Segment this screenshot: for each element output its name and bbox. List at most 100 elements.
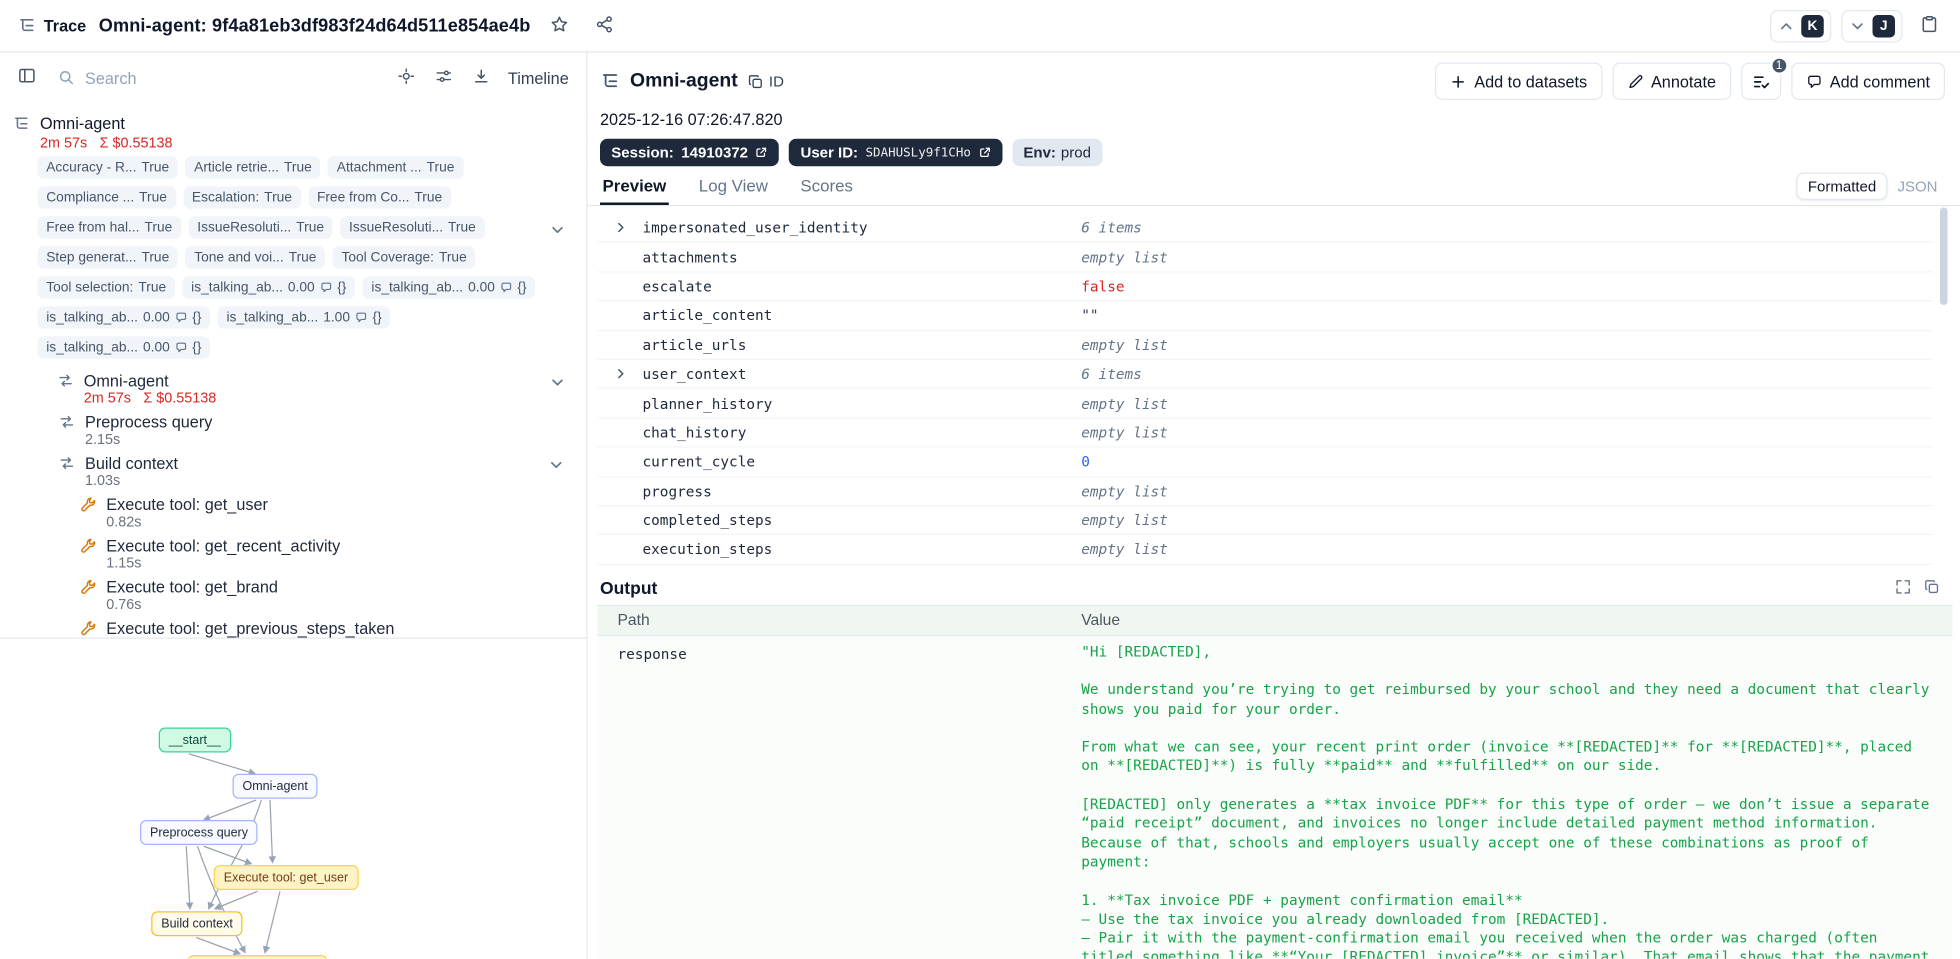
user-chip[interactable]: User ID: SDAHUSLy9f1CHo <box>789 138 1003 167</box>
search-box <box>48 68 386 87</box>
score-badge[interactable]: is_talking_ab... 0.00{} <box>37 306 211 329</box>
annotation-queue-button[interactable]: 1 <box>1740 56 1789 100</box>
eval-badge[interactable]: Step generat... True <box>37 246 178 269</box>
eval-badge[interactable]: Tool Coverage: True <box>332 246 476 269</box>
span-duration: 0.82s <box>106 515 142 530</box>
graph-node-execute-tool-get-user[interactable]: Execute tool: get_user <box>213 865 359 890</box>
eval-badge[interactable]: Article retrie... True <box>185 156 321 179</box>
comment-bubble-icon <box>175 341 188 354</box>
tab-log-view[interactable]: Log View <box>696 169 770 205</box>
eval-badge[interactable]: Free from hal... True <box>37 216 181 239</box>
eval-badge[interactable]: Free from Co... True <box>308 186 451 209</box>
score-badge[interactable]: is_talking_ab... 0.00{} <box>362 276 536 299</box>
table-row[interactable]: chat_history empty list <box>597 418 1933 448</box>
tree-item-build-context[interactable]: Build context 1.03s <box>59 454 574 489</box>
clipboard-button[interactable] <box>1913 9 1946 42</box>
user-id: SDAHUSLy9f1CHo <box>865 145 971 160</box>
tab-preview[interactable]: Preview <box>600 169 669 205</box>
trace-title: Omni-agent: 9f4a81eb3df983f24d64d511e854… <box>98 15 531 36</box>
add-to-datasets-button[interactable]: Add to datasets <box>1435 62 1603 100</box>
collapse-panel-button[interactable] <box>10 61 43 94</box>
chevron-right-icon[interactable] <box>614 221 628 235</box>
trace-breadcrumb[interactable]: Trace <box>18 16 86 35</box>
eval-badge[interactable]: Accuracy - R... True <box>37 156 178 179</box>
table-row[interactable]: user_context 6 items <box>597 360 1933 390</box>
table-row[interactable]: execution_steps empty list <box>597 535 1933 565</box>
trace-graph: __start__ Omni-agent Preprocess query Ex… <box>0 637 587 959</box>
format-json[interactable]: JSON <box>1892 174 1942 199</box>
next-trace-button[interactable]: J <box>1841 9 1903 42</box>
graph-node-preprocess-query[interactable]: Preprocess query <box>140 820 258 845</box>
span-duration: 2m 57s <box>83 391 131 407</box>
eval-badge[interactable]: Attachment ... True <box>328 156 464 179</box>
graph-node-build-context[interactable]: Build context <box>151 911 243 937</box>
chevron-down-icon[interactable] <box>549 221 567 239</box>
search-input[interactable] <box>85 68 386 87</box>
focus-button[interactable] <box>390 61 423 94</box>
eval-badge[interactable]: Escalation: True <box>183 186 301 209</box>
sliders-icon <box>435 67 453 88</box>
table-row[interactable]: escalate false <box>597 272 1933 302</box>
graph-node-start[interactable]: __start__ <box>158 727 231 753</box>
tree-item-label: Execute tool: get_recent_activity <box>106 536 341 555</box>
timeline-toggle[interactable]: Timeline <box>503 66 574 90</box>
chevron-right-icon[interactable] <box>614 367 628 381</box>
eval-badge[interactable]: Compliance ... True <box>37 186 176 209</box>
view-settings-button[interactable] <box>428 61 461 94</box>
detail-tabs-row: Preview Log View Scores Formatted JSON <box>587 169 1960 207</box>
eval-badge[interactable]: Tool selection: True <box>37 276 175 299</box>
output-response-row[interactable]: response "Hi [REDACTED], We understand y… <box>597 635 1953 959</box>
column-header-path: Path <box>617 611 650 629</box>
chevron-down-icon[interactable] <box>549 374 567 392</box>
scrollbar-thumb[interactable] <box>1940 207 1948 305</box>
output-table: Path Value response "Hi [REDACTED], We u… <box>597 604 1953 959</box>
graph-node-partial[interactable] <box>187 955 328 959</box>
copy-id-button[interactable]: ID <box>748 72 784 91</box>
add-comment-button[interactable]: Add comment <box>1790 62 1945 100</box>
prev-trace-button[interactable]: K <box>1770 9 1832 42</box>
eval-badge[interactable]: IssueResoluti... True <box>340 216 485 239</box>
table-row[interactable]: planner_history empty list <box>597 389 1933 419</box>
table-row[interactable]: completed_steps empty list <box>597 506 1933 536</box>
table-row[interactable]: article_content "" <box>597 301 1933 331</box>
copy-icon[interactable] <box>1924 579 1940 595</box>
eval-badge[interactable]: Tone and voi... True <box>185 246 326 269</box>
table-row[interactable]: progress empty list <box>597 477 1933 507</box>
table-row[interactable]: current_cycle 0 <box>597 448 1933 477</box>
tab-scores[interactable]: Scores <box>798 169 856 205</box>
span-swap-icon <box>59 414 75 430</box>
trace-tree: Omni-agent 2m 57s Σ $0.55138 Accuracy - … <box>0 103 586 638</box>
score-badge[interactable]: is_talking_ab... 0.00{} <box>37 336 211 359</box>
output-heading: Output <box>600 577 658 598</box>
id-label: ID <box>768 72 784 91</box>
annotate-button[interactable]: Annotate <box>1612 62 1731 100</box>
list-check-icon <box>1752 72 1771 91</box>
tree-item-tool-get-previous-steps-taken[interactable]: Execute tool: get_previous_steps_taken 1… <box>80 619 574 638</box>
tree-item-root[interactable]: Omni-agent <box>13 113 574 136</box>
comment-bubble-icon <box>175 311 188 324</box>
score-badge[interactable]: is_talking_ab... 0.00{} <box>182 276 356 299</box>
tree-item-tool-get-brand[interactable]: Execute tool: get_brand 0.76s <box>80 578 574 613</box>
share-button[interactable] <box>588 9 621 42</box>
download-button[interactable] <box>465 61 498 94</box>
tree-item-tool-get-recent-activity[interactable]: Execute tool: get_recent_activity 1.15s <box>80 536 574 571</box>
trace-duration: 2m 57s <box>40 136 88 152</box>
comment-bubble-icon <box>1806 73 1822 89</box>
table-row[interactable]: impersonated_user_identity 6 items <box>597 214 1933 243</box>
tree-item-tool-get-user[interactable]: Execute tool: get_user 0.82s <box>80 495 574 530</box>
tree-item-agent[interactable]: Omni-agent 2m 57s Σ $0.55138 <box>58 371 574 406</box>
sidebar-toolbar: Timeline <box>0 53 586 103</box>
expand-icon[interactable] <box>1895 579 1911 595</box>
span-swap-icon <box>59 455 75 471</box>
graph-node-omni-agent[interactable]: Omni-agent <box>232 773 318 799</box>
session-chip[interactable]: Session: 14910372 <box>600 138 780 167</box>
score-badge[interactable]: is_talking_ab... 1.00{} <box>217 306 391 329</box>
table-row[interactable]: article_urls empty list <box>597 331 1933 360</box>
star-button[interactable] <box>543 9 576 42</box>
format-formatted[interactable]: Formatted <box>1796 172 1888 200</box>
clipboard-icon <box>1919 14 1938 37</box>
eval-badge[interactable]: IssueResoluti... True <box>188 216 333 239</box>
table-row[interactable]: attachments empty list <box>597 243 1933 273</box>
chevron-down-icon[interactable] <box>548 456 566 474</box>
tree-item-preprocess-query[interactable]: Preprocess query 2.15s <box>59 413 574 448</box>
